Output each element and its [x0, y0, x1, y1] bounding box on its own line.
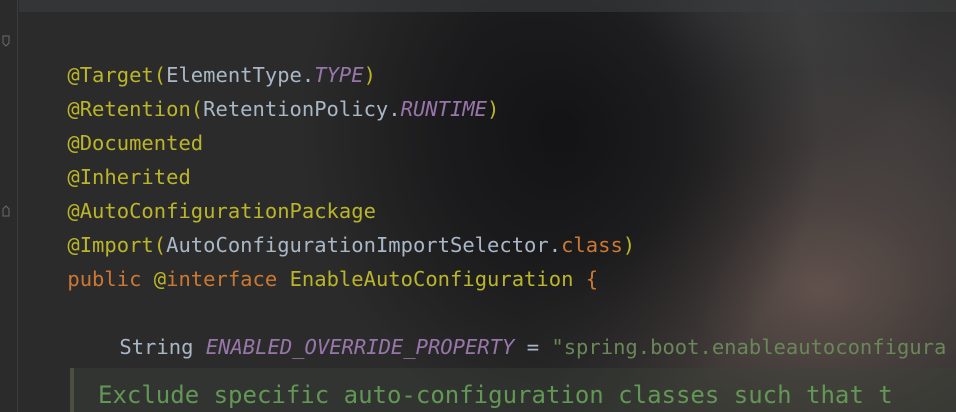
code-line-import[interactable]: @Import(AutoConfigurationImportSelector.…	[18, 194, 635, 257]
interface-keyword: interface	[166, 267, 278, 291]
field-name: ENABLED_OVERRIDE_PROPERTY	[205, 335, 515, 359]
type-reference: RetentionPolicy.	[203, 97, 401, 121]
code-line-interface-declaration[interactable]: public @interface EnableAutoConfiguratio…	[18, 228, 598, 291]
open-brace: {	[585, 267, 599, 291]
code-line-target[interactable]: @Target(ElementType.TYPE)	[18, 24, 376, 87]
static-constant: RUNTIME	[400, 97, 488, 121]
previous-line-highlight	[19, 0, 956, 12]
code-line-documented[interactable]: @Documented	[18, 92, 203, 155]
string-value: "spring.boot.enableautoconfigura	[551, 335, 947, 359]
doc-block-bar	[70, 368, 74, 412]
interface-name: EnableAutoConfiguration	[289, 267, 574, 291]
public-keyword: public	[67, 267, 142, 291]
code-editor[interactable]: @Target(ElementType.TYPE) @Retention(Ret…	[0, 0, 956, 412]
at-sign: @	[153, 267, 167, 291]
code-line-inherited[interactable]: @Inherited	[18, 126, 190, 189]
equals-sign: =	[526, 335, 540, 359]
code-line-autoconfigurationpackage[interactable]: @AutoConfigurationPackage	[18, 160, 376, 223]
paren-close: )	[487, 97, 500, 121]
fold-marker-icon[interactable]	[2, 35, 10, 47]
code-line-field[interactable]: String ENABLED_OVERRIDE_PROPERTY = "spri…	[70, 296, 946, 359]
code-line-retention[interactable]: @Retention(RetentionPolicy.RUNTIME)	[18, 58, 499, 121]
field-type: String	[119, 335, 194, 359]
fold-marker-icon[interactable]	[2, 205, 10, 217]
paren-close: )	[622, 233, 636, 257]
doc-comment-text[interactable]: Exclude specific auto-configuration clas…	[98, 377, 893, 412]
